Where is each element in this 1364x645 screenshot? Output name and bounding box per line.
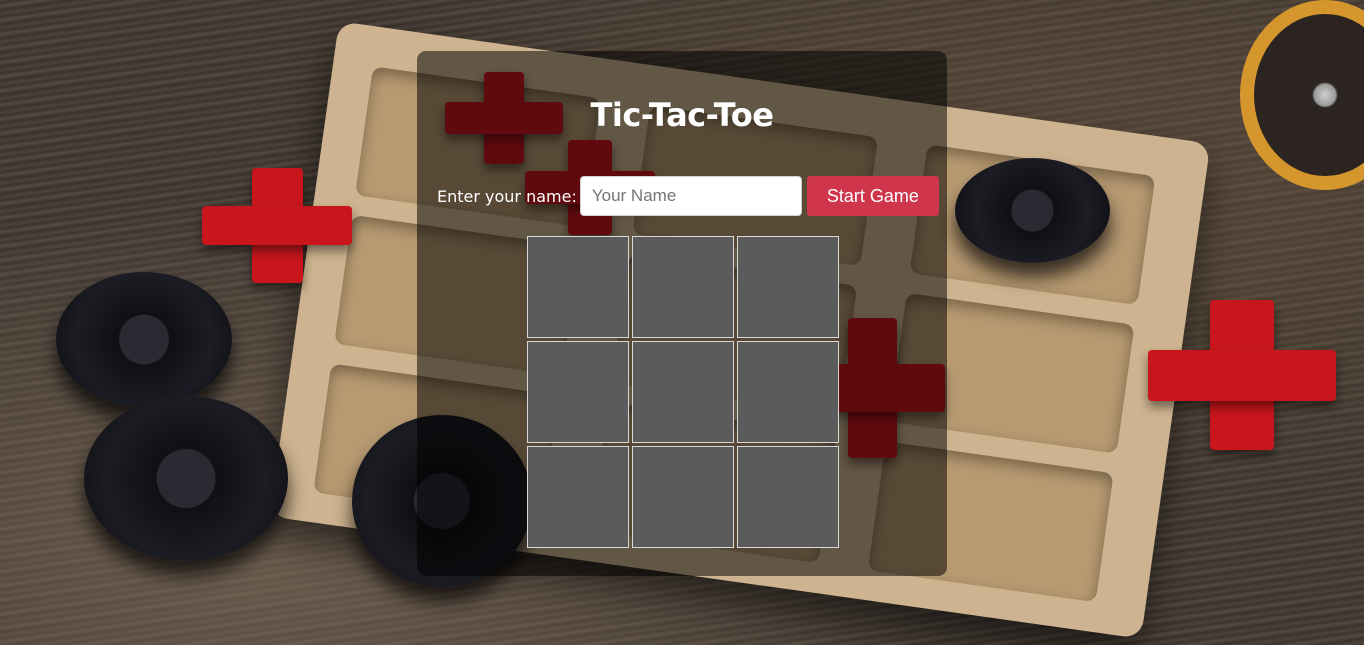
board-cell-2[interactable] [632,236,734,338]
board-cell-3[interactable] [737,236,839,338]
board-cell-7[interactable] [527,446,629,548]
black-ring-piece [84,396,288,561]
black-ring-piece [955,158,1110,263]
black-ring-piece [56,272,232,407]
name-input[interactable] [579,176,802,216]
board-cell-8[interactable] [632,446,734,548]
board-cell-6[interactable] [737,341,839,443]
toy-wheel-image [1240,0,1364,190]
board-cell-4[interactable] [527,341,629,443]
board-cell-9[interactable] [737,446,839,548]
board-cell-5[interactable] [632,341,734,443]
game-board [527,236,839,548]
player-name-form: Enter your name: Start Game [437,176,939,216]
start-game-button[interactable]: Start Game [806,176,939,216]
red-cross-piece [202,168,352,283]
name-label: Enter your name: [437,186,577,206]
page-title: Tic-Tac-Toe [590,96,774,134]
board-cell-1[interactable] [527,236,629,338]
red-cross-piece [1148,300,1336,450]
